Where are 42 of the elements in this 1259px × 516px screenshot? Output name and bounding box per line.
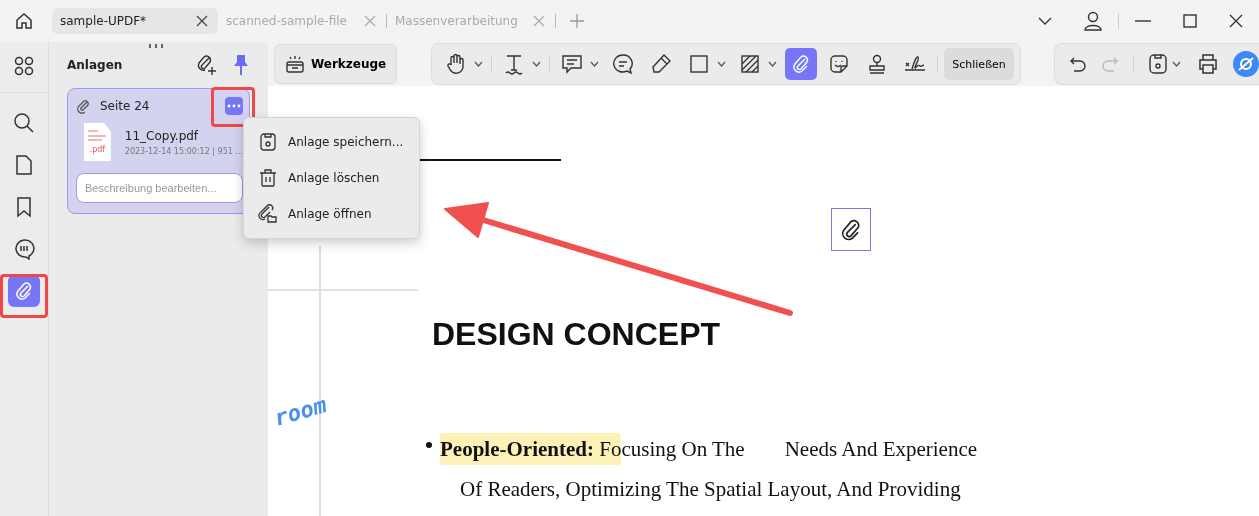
chevron-down-icon[interactable]: [717, 61, 727, 67]
close-button[interactable]: Schließen: [944, 48, 1014, 80]
chevron-down-icon[interactable]: [1172, 61, 1181, 67]
handwritten-word: room: [271, 392, 330, 431]
tools-button[interactable]: Werkzeuge: [274, 44, 398, 84]
drag-handle-icon[interactable]: [149, 44, 163, 48]
more-options-button[interactable]: [225, 97, 243, 115]
paperclip-icon: [76, 98, 92, 114]
close-icon[interactable]: [196, 15, 208, 27]
maximize-icon[interactable]: [1183, 14, 1197, 28]
close-window-icon[interactable]: [1229, 14, 1243, 28]
paperclip-folder-icon: [258, 204, 278, 224]
description-field[interactable]: Beschreibung bearbeiten...: [76, 173, 243, 203]
add-attachment-icon[interactable]: [196, 54, 218, 76]
save-icon[interactable]: [1148, 53, 1168, 75]
bullet-dot-icon: [426, 442, 432, 448]
printer-icon[interactable]: [1197, 53, 1219, 75]
pin-icon[interactable]: [232, 54, 250, 76]
panel-title: Anlagen: [67, 58, 124, 72]
page-label: Seite 24: [100, 99, 151, 113]
file-name: 11_Copy.pdf: [124, 128, 200, 143]
chevron-down-icon[interactable]: [532, 61, 542, 67]
save-icon: [258, 132, 278, 152]
user-icon[interactable]: [1084, 11, 1102, 31]
pdf-file-icon: .pdf: [84, 123, 111, 161]
chevron-down-icon[interactable]: [1038, 17, 1052, 25]
section-heading: DESIGN CONCEPT: [432, 316, 722, 353]
undo-icon[interactable]: [1069, 56, 1087, 72]
attachment-marker-icon[interactable]: [831, 208, 871, 251]
chevron-down-icon[interactable]: [474, 61, 484, 67]
toolbox-icon: [285, 55, 305, 73]
ai-assistant-icon[interactable]: [1233, 51, 1259, 77]
trash-icon: [258, 168, 278, 188]
home-icon[interactable]: [14, 11, 34, 31]
bullet-paragraph: People-Oriented: Focusing On The Needs And Experience Of Readers, Optimizing The Spatial Layout, And Providing: [440, 429, 978, 509]
file-details: 2023-12-14 15:00:12 | 951 ...: [124, 146, 243, 156]
document-tab[interactable]: sample-UPDF*: [52, 8, 218, 34]
chevron-down-icon[interactable]: [768, 61, 778, 67]
paperclip-icon[interactable]: [8, 275, 40, 307]
more-icon: [227, 104, 241, 108]
paperclip-icon[interactable]: [785, 48, 818, 80]
chevron-down-icon[interactable]: [590, 61, 600, 67]
